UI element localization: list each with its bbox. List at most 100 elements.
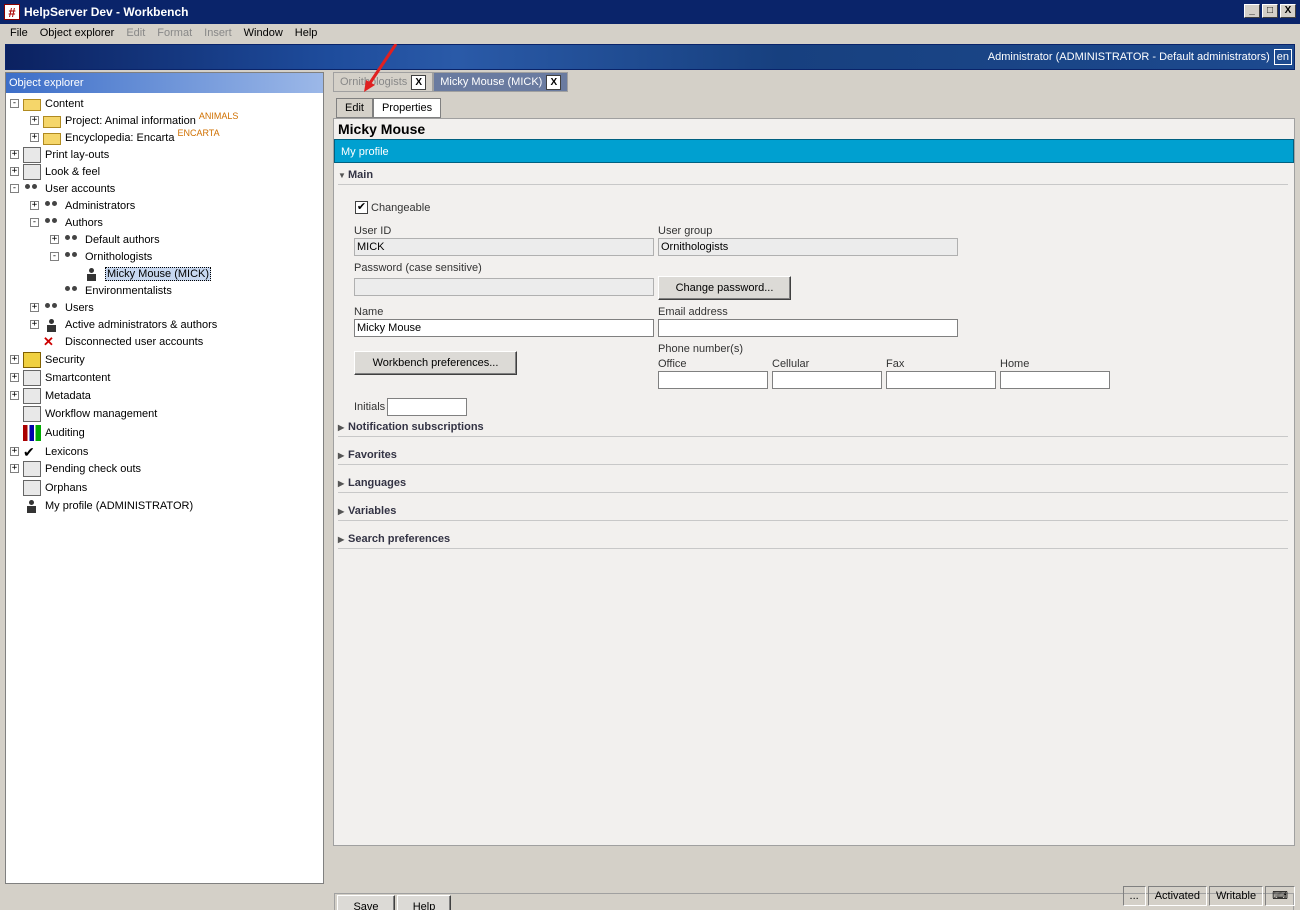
close-tab-icon[interactable]: X bbox=[546, 74, 562, 90]
changeable-checkbox[interactable]: ✔ bbox=[355, 201, 368, 214]
initials-label: Initials bbox=[354, 401, 386, 413]
fax-field[interactable] bbox=[886, 371, 996, 389]
profile-bar: My profile bbox=[334, 139, 1294, 163]
tree-item[interactable]: Auditing bbox=[10, 424, 85, 441]
tree-item[interactable]: Micky Mouse (MICK) bbox=[70, 265, 212, 282]
tree-item[interactable]: - Authors bbox=[30, 214, 103, 231]
collapse-icon[interactable]: - bbox=[10, 184, 19, 193]
expand-icon[interactable]: + bbox=[50, 235, 59, 244]
section-languages[interactable]: ▶ Languages bbox=[338, 477, 1288, 493]
email-field[interactable] bbox=[658, 319, 958, 337]
workbench-preferences-button[interactable]: Workbench preferences... bbox=[354, 351, 517, 375]
menu-file[interactable]: File bbox=[4, 27, 34, 39]
menu-help[interactable]: Help bbox=[289, 27, 324, 39]
tree-item[interactable]: + Active administrators & authors bbox=[30, 316, 217, 333]
menu-format: Format bbox=[157, 27, 193, 39]
tab-label: Micky Mouse (MICK) bbox=[440, 76, 543, 88]
menu-object-explorer[interactable]: Object explorer bbox=[34, 27, 121, 39]
minimize-button[interactable]: _ bbox=[1244, 4, 1260, 18]
section-variables[interactable]: ▶ Variables bbox=[338, 505, 1288, 521]
section-favorites[interactable]: ▶ Favorites bbox=[338, 449, 1288, 465]
tree-item[interactable]: Workflow management bbox=[10, 405, 157, 422]
metadata-icon bbox=[23, 387, 41, 404]
collapse-icon[interactable]: - bbox=[50, 252, 59, 261]
maximize-button[interactable]: □ bbox=[1262, 4, 1278, 18]
expand-icon[interactable]: + bbox=[10, 447, 19, 456]
tree-item[interactable]: + Look & feel bbox=[10, 163, 100, 180]
tree-item-label: Security bbox=[45, 353, 85, 366]
collapse-icon[interactable]: - bbox=[30, 218, 39, 227]
tree-item[interactable]: + Metadata bbox=[10, 387, 91, 404]
tree-item-label: Print lay-outs bbox=[45, 148, 110, 161]
window-titlebar: # HelpServer Dev - Workbench _ □ X bbox=[0, 0, 1300, 24]
menu-window[interactable]: Window bbox=[238, 27, 289, 39]
expand-icon[interactable]: + bbox=[10, 150, 19, 159]
tree-item-label: Smartcontent bbox=[45, 371, 111, 384]
language-button[interactable]: en bbox=[1273, 49, 1292, 65]
tree-item[interactable]: - Content bbox=[10, 95, 84, 112]
workflow-icon bbox=[23, 405, 41, 422]
tab-properties[interactable]: Properties bbox=[372, 98, 442, 118]
lock-icon bbox=[23, 351, 41, 368]
tree-item[interactable]: Orphans bbox=[10, 479, 87, 496]
expand-icon[interactable]: + bbox=[30, 116, 39, 125]
printer-icon bbox=[23, 146, 41, 163]
page-title: Micky Mouse bbox=[338, 121, 426, 137]
logged-in-user: Administrator (ADMINISTRATOR - Default a… bbox=[987, 51, 1270, 63]
expand-icon[interactable]: + bbox=[10, 391, 19, 400]
tree-item[interactable]: - Ornithologists bbox=[50, 248, 152, 265]
expand-icon[interactable]: + bbox=[10, 464, 19, 473]
expand-icon[interactable]: + bbox=[10, 167, 19, 176]
expand-icon[interactable]: + bbox=[30, 201, 39, 210]
collapse-triangle-icon: ▼ bbox=[338, 171, 346, 180]
home-phone-field[interactable] bbox=[1000, 371, 1110, 389]
user-icon bbox=[83, 266, 101, 282]
phone-numbers-label: Phone number(s) bbox=[658, 343, 743, 355]
tree-item[interactable]: - User accounts bbox=[10, 180, 115, 197]
office-phone-field[interactable] bbox=[658, 371, 768, 389]
tree-item[interactable]: + ✔ Lexicons bbox=[10, 443, 88, 460]
users-icon bbox=[63, 283, 81, 299]
initials-field[interactable] bbox=[387, 398, 467, 416]
close-tab-icon[interactable]: X bbox=[411, 74, 427, 90]
section-main[interactable]: ▼ Main bbox=[338, 169, 1288, 185]
tree-item[interactable]: + Print lay-outs bbox=[10, 146, 109, 163]
menu-insert: Insert bbox=[204, 27, 232, 39]
tree-item[interactable]: + Default authors bbox=[50, 231, 160, 248]
name-field[interactable]: Micky Mouse bbox=[354, 319, 654, 337]
expand-icon[interactable]: + bbox=[30, 303, 39, 312]
user-group-label: User group bbox=[658, 225, 713, 237]
object-explorer-header: Object explorer bbox=[6, 73, 323, 93]
tree-item-label: Auditing bbox=[45, 426, 85, 439]
section-notification-subscriptions[interactable]: ▶ Notification subscriptions bbox=[338, 421, 1288, 437]
tree-item[interactable]: + Users bbox=[30, 299, 94, 316]
section-search-preferences[interactable]: ▶ Search preferences bbox=[338, 533, 1288, 549]
panel-splitter[interactable] bbox=[325, 72, 331, 884]
tree-item-label: Lexicons bbox=[45, 445, 89, 458]
editor-subtabs: Edit Properties bbox=[336, 98, 442, 118]
app-icon: # bbox=[4, 4, 20, 20]
tree-item[interactable]: + Smartcontent bbox=[10, 369, 110, 386]
close-button[interactable]: X bbox=[1280, 4, 1296, 18]
expand-icon[interactable]: + bbox=[30, 320, 39, 329]
collapse-icon[interactable]: - bbox=[10, 99, 19, 108]
expand-icon[interactable]: + bbox=[30, 133, 39, 142]
status-activated: Activated bbox=[1147, 886, 1207, 906]
tree-item[interactable]: ✕ Disconnected user accounts bbox=[30, 333, 203, 350]
cellular-phone-field[interactable] bbox=[772, 371, 882, 389]
tab-micky-mouse[interactable]: Micky Mouse (MICK) X bbox=[433, 72, 569, 92]
tree-item[interactable]: + Encyclopedia: Encarta ENCARTA bbox=[30, 128, 220, 146]
tree-item[interactable]: Environmentalists bbox=[50, 282, 172, 299]
tree-item[interactable]: + Administrators bbox=[30, 197, 135, 214]
tree-item[interactable]: + Project: Animal information ANIMALS bbox=[30, 111, 238, 129]
status-more-button[interactable]: ... bbox=[1122, 886, 1146, 906]
expand-icon[interactable]: + bbox=[10, 355, 19, 364]
change-password-button[interactable]: Change password... bbox=[658, 276, 791, 300]
tree-item[interactable]: My profile (ADMINISTRATOR) bbox=[10, 497, 193, 514]
expand-icon[interactable]: + bbox=[10, 373, 19, 382]
tree-item[interactable]: + Security bbox=[10, 351, 85, 368]
tree-item[interactable]: + Pending check outs bbox=[10, 460, 141, 477]
tab-edit[interactable]: Edit bbox=[336, 98, 373, 118]
tab-ornithologists[interactable]: Ornithologists X bbox=[333, 72, 434, 92]
menubar: File Object explorer Edit Format Insert … bbox=[0, 24, 1300, 42]
